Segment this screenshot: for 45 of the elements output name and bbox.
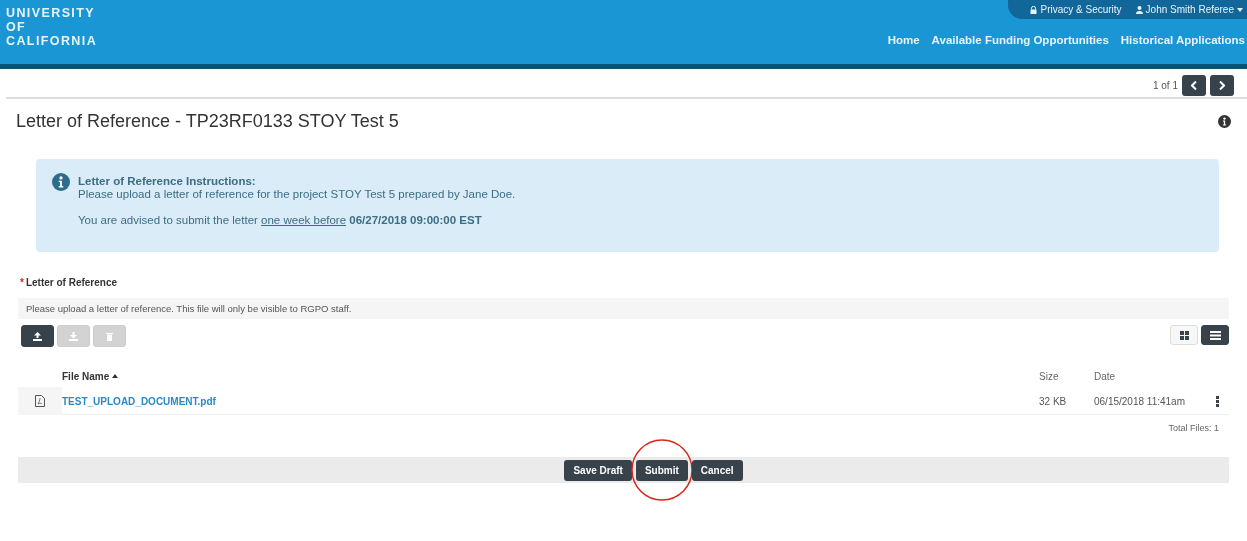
previous-button[interactable] bbox=[1182, 75, 1206, 96]
instructions-text: Please upload a letter of reference for the project STOY Test 5 prepared by Jane Doe. bbox=[78, 188, 516, 200]
list-icon bbox=[1209, 330, 1221, 340]
list-view-button[interactable] bbox=[1201, 325, 1229, 345]
nav-link[interactable]: Historical Applications bbox=[1120, 34, 1245, 46]
nav-link[interactable]: Available Funding Opportunities bbox=[931, 34, 1109, 46]
pdf-file-icon bbox=[35, 395, 45, 407]
deadline-advice: You are advised to submit the letter one week before 06/27/2018 09:00:00 EST bbox=[78, 214, 483, 226]
trash-icon bbox=[106, 331, 113, 341]
upload-icon bbox=[33, 331, 42, 341]
lock-icon bbox=[1030, 5, 1038, 14]
privacy-link[interactable]: Privacy & Security bbox=[1030, 4, 1122, 15]
more-icon[interactable] bbox=[1216, 395, 1219, 407]
grid-icon bbox=[1179, 330, 1189, 340]
column-header[interactable]: Date bbox=[1089, 370, 1229, 382]
user-menu[interactable]: John Smith Referee bbox=[1135, 4, 1243, 15]
column-header[interactable]: File Name bbox=[62, 370, 1039, 382]
nav-link[interactable]: Home bbox=[887, 34, 920, 46]
grid-view-button[interactable] bbox=[1170, 325, 1198, 345]
download-icon bbox=[69, 331, 78, 341]
page-count: 1 of 1 bbox=[1152, 80, 1178, 91]
info-icon bbox=[1218, 115, 1231, 128]
university-logo[interactable]: UNIVERSITY OF CALIFORNIA bbox=[0, 0, 98, 64]
action-button[interactable]: Cancel bbox=[691, 459, 743, 481]
upload-button[interactable] bbox=[21, 325, 54, 347]
chevron-right-icon bbox=[1219, 81, 1225, 90]
action-button[interactable]: Save Draft bbox=[564, 459, 632, 481]
page-title: Letter of Reference - TP23RF0133 STOY Test 5 bbox=[16, 111, 399, 132]
action-button[interactable]: Submit bbox=[635, 459, 688, 481]
chevron-left-icon bbox=[1191, 81, 1197, 90]
sort-up-icon bbox=[112, 374, 119, 378]
caret-icon bbox=[1237, 7, 1243, 12]
next-button[interactable] bbox=[1210, 75, 1234, 96]
field-label: Letter of Reference bbox=[25, 277, 118, 288]
required-marker: * bbox=[20, 277, 24, 288]
column-header[interactable]: Size bbox=[1039, 370, 1089, 382]
file-date: 06/15/2018 11:41am bbox=[1094, 395, 1185, 407]
file-count: Total Files: 1 bbox=[1167, 422, 1220, 433]
file-link[interactable]: TEST_UPLOAD_DOCUMENT.pdf bbox=[62, 395, 216, 407]
instructions-title: Letter of Reference Instructions: bbox=[78, 175, 257, 187]
info-icon bbox=[52, 173, 70, 191]
deadline-link[interactable]: one week before bbox=[261, 214, 347, 226]
user-icon bbox=[1135, 5, 1143, 14]
file-size: 32 KB bbox=[1039, 395, 1068, 407]
help-text: Please upload a letter of reference. This file will only be visible to RGPO staff. bbox=[18, 298, 1229, 319]
